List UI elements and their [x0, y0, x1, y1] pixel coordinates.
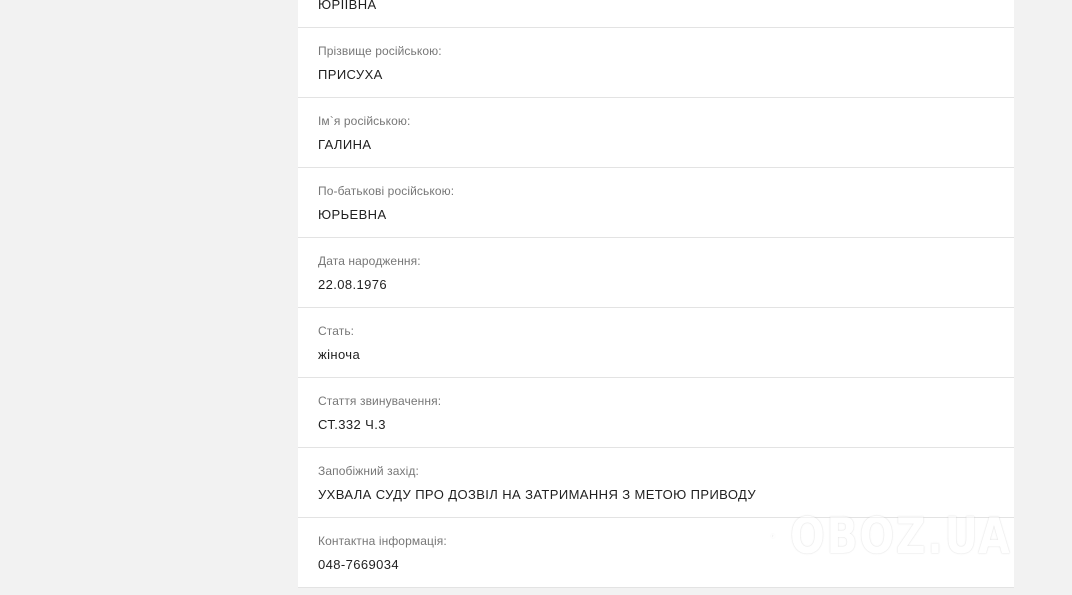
- field-row-surname-russian: Прізвище російською: ПРИСУХА: [298, 28, 1014, 98]
- field-value: ЮРЬЕВНА: [318, 207, 387, 222]
- field-value: ГАЛИНА: [318, 137, 372, 152]
- globe-logo-icon: [770, 533, 776, 539]
- field-row-name-russian: Ім`я російською: ГАЛИНА: [298, 98, 1014, 168]
- field-label: Запобіжний захід:: [318, 464, 419, 478]
- field-value: 048-7669034: [318, 557, 400, 572]
- field-value: ЮРІЇВНА: [318, 0, 377, 12]
- field-value: ПРИСУХА: [318, 67, 383, 82]
- field-row-sex: Стать: жіноча: [298, 308, 1014, 378]
- field-value: 22.08.1976: [318, 277, 388, 292]
- field-row-patronymic-ukrainian: ЮРІЇВНА: [298, 0, 1014, 28]
- oboz-watermark: OBOZ.UA: [770, 488, 1060, 584]
- field-label: Контактна інформація:: [318, 534, 447, 548]
- field-value: СТ.332 Ч.3: [318, 417, 386, 432]
- field-label: Прізвище російською:: [318, 44, 442, 58]
- field-row-patronymic-russian: По-батькові російською: ЮРЬЕВНА: [298, 168, 1014, 238]
- field-label: Ім`я російською:: [318, 114, 411, 128]
- field-label: Стаття звинувачення:: [318, 394, 442, 408]
- field-value: жіноча: [318, 347, 361, 362]
- field-label: Дата народження:: [318, 254, 421, 268]
- field-row-charge-article: Стаття звинувачення: СТ.332 Ч.3: [298, 378, 1014, 448]
- field-row-birth-date: Дата народження: 22.08.1976: [298, 238, 1014, 308]
- watermark-text: OBOZ.UA: [789, 507, 1012, 565]
- field-value: УХВАЛА СУДУ ПРО ДОЗВІЛ НА ЗАТРИМАННЯ З М…: [318, 487, 757, 502]
- field-label: По-батькові російською:: [318, 184, 455, 198]
- field-label: Стать:: [318, 324, 355, 338]
